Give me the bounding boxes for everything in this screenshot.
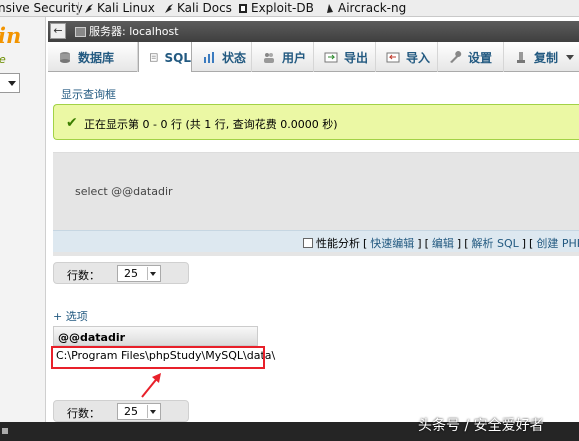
breadcrumb: ← 服务器: localhost <box>48 21 579 42</box>
tab-label: 导入 <box>406 50 431 65</box>
bookmark-label: Aircrack-ng <box>338 1 407 15</box>
kali-dragon-icon <box>85 4 93 13</box>
chevron-down-icon <box>566 54 575 60</box>
phpmyadmin-logo-mark: e <box>0 53 6 66</box>
server-icon <box>75 26 86 37</box>
show-query-box-link[interactable]: 显示查询框 <box>61 86 116 102</box>
sql-query-links: 性能分析 [快速编辑] [编辑] [解析 SQL] [创建 PHP 代码 <box>53 230 579 252</box>
success-message: 正在显示第 0 - 0 行 (共 1 行, 查询花费 0.0000 秒) <box>84 118 338 131</box>
bookmark-aircrack-ng[interactable]: Aircrack-ng <box>325 1 406 16</box>
wrench-icon <box>450 50 462 63</box>
bookmark-label: Kali Docs <box>177 1 232 15</box>
browser-window: nsive Security Kali Linux Kali Docs Expl… <box>0 0 579 441</box>
tab-status[interactable]: 状态 <box>192 42 252 72</box>
database-icon <box>60 51 70 63</box>
import-icon <box>386 52 400 62</box>
export-icon <box>324 52 338 62</box>
tab-users[interactable]: 用户 <box>252 42 314 72</box>
rows-per-page-select[interactable]: 25 <box>117 265 161 282</box>
bookmark-label: Exploit-DB <box>251 1 314 15</box>
aircrack-icon <box>327 4 333 13</box>
bracket: [ <box>424 236 429 250</box>
tab-label: SQL <box>164 50 192 65</box>
sql-icon <box>150 53 158 62</box>
sql-query-text: select @@datadir <box>75 185 173 198</box>
tab-label: 导出 <box>344 50 369 65</box>
bracket: [ <box>529 236 534 250</box>
bracket: ] <box>417 236 422 250</box>
taskbar-icon <box>2 428 8 434</box>
tab-import[interactable]: 导入 <box>376 42 438 72</box>
rows-value: 25 <box>124 267 138 280</box>
phpmyadmin-logo: in <box>0 23 22 48</box>
rows-per-page-select[interactable]: 25 <box>117 403 161 420</box>
tab-export[interactable]: 导出 <box>314 42 376 72</box>
bracket: ] <box>521 236 527 250</box>
rows-navigation-top: 行数： 25 <box>53 262 189 284</box>
main-content: 显示查询框 ✔ 正在显示第 0 - 0 行 (共 1 行, 查询花费 0.000… <box>48 72 579 422</box>
bookmark-offensive-security[interactable]: nsive Security <box>0 1 83 16</box>
options-link[interactable]: + 选项 <box>53 308 88 324</box>
back-arrow-icon[interactable]: ← <box>50 23 66 39</box>
checkmark-icon: ✔ <box>66 115 78 131</box>
rows-label: 行数： <box>67 269 100 282</box>
bookmark-kali-docs[interactable]: Kali Docs <box>164 1 232 16</box>
tab-sql[interactable]: SQL <box>138 42 192 73</box>
tab-databases[interactable]: 数据库 <box>48 42 138 72</box>
watermark: 头条号 / 安全爱好者 <box>418 418 544 434</box>
chevron-down-icon <box>147 405 158 418</box>
bookmark-label: Kali Linux <box>97 1 155 15</box>
rows-label: 行数： <box>67 407 100 420</box>
rows-navigation-bottom: 行数： 25 <box>53 400 189 422</box>
bookmark-separator <box>78 2 79 15</box>
tab-replication[interactable]: 复制 <box>504 42 579 72</box>
tab-label: 数据库 <box>78 50 115 65</box>
breadcrumb-server-label: 服务器: localhost <box>89 25 179 38</box>
replication-icon <box>517 51 525 63</box>
bookmark-exploit-db[interactable]: Exploit-DB <box>238 1 314 16</box>
tab-label: 设置 <box>468 50 493 65</box>
tab-settings[interactable]: 设置 <box>438 42 504 72</box>
highlight-box <box>51 346 265 369</box>
tab-label: 复制 <box>534 50 559 65</box>
top-menu-tabs: 数据库 SQL 状态 用户 导出 导入 设置 复制 <box>48 42 579 73</box>
chevron-down-icon <box>147 267 158 280</box>
create-php-code-link[interactable]: 创建 PHP 代码 <box>536 235 579 251</box>
bookmark-kali-linux[interactable]: Kali Linux <box>84 1 155 16</box>
left-navigation-pane: in e <box>0 17 46 422</box>
success-message-box: ✔ 正在显示第 0 - 0 行 (共 1 行, 查询花费 0.0000 秒) <box>53 104 579 140</box>
kali-dragon-icon <box>165 4 173 13</box>
edit-link[interactable]: 编辑 <box>432 235 454 251</box>
tab-label: 状态 <box>222 50 247 65</box>
profiling-checkbox[interactable] <box>303 238 313 248</box>
bookmarks-bar: nsive Security Kali Linux Kali Docs Expl… <box>0 0 579 17</box>
profiling-label: 性能分析 <box>316 237 360 250</box>
annotation-arrow-icon <box>141 373 161 398</box>
rows-value: 25 <box>124 405 138 418</box>
breadcrumb-server[interactable]: 服务器: localhost <box>75 24 179 39</box>
users-icon <box>264 52 274 63</box>
bookmark-label: nsive Security <box>0 1 83 15</box>
explain-sql-link[interactable]: 解析 SQL <box>471 235 518 251</box>
inline-edit-link[interactable]: 快速编辑 <box>370 235 414 251</box>
bracket: [ <box>363 236 368 250</box>
bracket: [ <box>464 236 469 250</box>
database-select[interactable] <box>0 73 20 93</box>
result-column-header[interactable]: @@datadir <box>53 326 258 346</box>
exploit-db-icon <box>239 4 247 13</box>
status-chart-icon <box>204 51 214 63</box>
tab-label: 用户 <box>282 50 307 65</box>
bracket: ] <box>456 236 462 250</box>
chevron-down-icon <box>8 81 16 86</box>
